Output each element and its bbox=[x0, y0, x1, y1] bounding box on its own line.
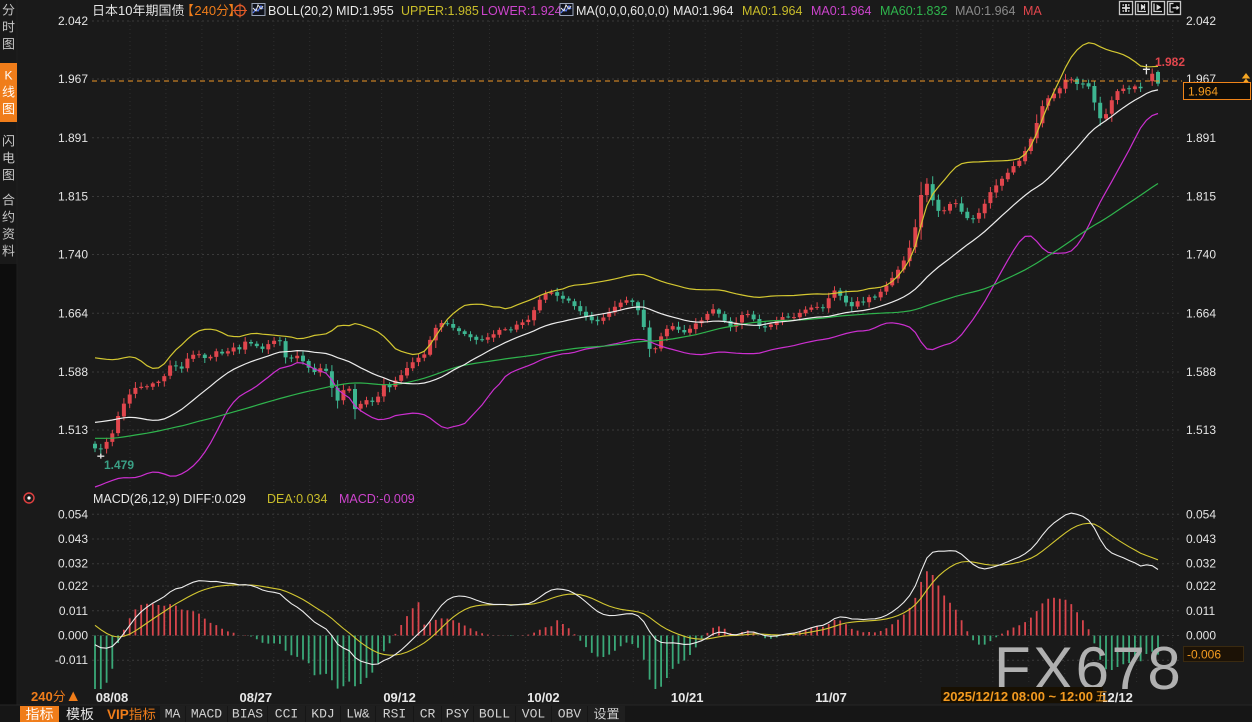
svg-text:MID:1.955: MID:1.955 bbox=[336, 4, 394, 18]
svg-text:1.967: 1.967 bbox=[58, 72, 88, 86]
svg-text:-0.011: -0.011 bbox=[55, 653, 88, 667]
svg-text:10/21: 10/21 bbox=[671, 690, 704, 705]
svg-text:OBV: OBV bbox=[558, 707, 582, 722]
svg-text:1.479: 1.479 bbox=[104, 458, 134, 472]
svg-text:0.022: 0.022 bbox=[1186, 579, 1216, 593]
svg-text:MA: MA bbox=[165, 707, 181, 722]
svg-text:MA(0,0,0,60,0,0): MA(0,0,0,60,0,0) bbox=[576, 4, 669, 18]
svg-text:09/12: 09/12 bbox=[383, 690, 416, 705]
svg-text:MA0:1.964: MA0:1.964 bbox=[955, 4, 1016, 18]
svg-text:MA0:1.964: MA0:1.964 bbox=[742, 4, 803, 18]
svg-text:11/07: 11/07 bbox=[815, 690, 847, 705]
svg-text:1.740: 1.740 bbox=[58, 248, 88, 262]
svg-text:K: K bbox=[4, 69, 12, 83]
svg-text:0.054: 0.054 bbox=[58, 507, 88, 521]
svg-text:1.740: 1.740 bbox=[1186, 248, 1216, 262]
svg-text:0.000: 0.000 bbox=[58, 629, 88, 643]
svg-text:-0.006: -0.006 bbox=[1187, 648, 1221, 662]
svg-text:10/02: 10/02 bbox=[527, 690, 560, 705]
svg-text:BOLL(20,2): BOLL(20,2) bbox=[268, 4, 333, 18]
svg-text:1.891: 1.891 bbox=[58, 131, 88, 145]
svg-text:KDJ: KDJ bbox=[311, 707, 334, 722]
svg-text:UPPER:1.985: UPPER:1.985 bbox=[401, 4, 479, 18]
svg-text:VOL: VOL bbox=[522, 707, 545, 722]
svg-text:MA: MA bbox=[1023, 4, 1042, 18]
svg-text:0.032: 0.032 bbox=[1186, 557, 1216, 571]
svg-text:10: 10 bbox=[118, 3, 132, 18]
svg-text:PSY: PSY bbox=[446, 707, 470, 722]
svg-text:1.664: 1.664 bbox=[58, 306, 88, 320]
svg-text:CR: CR bbox=[420, 707, 436, 722]
svg-text:2.042: 2.042 bbox=[58, 14, 88, 28]
svg-text:2.042: 2.042 bbox=[1186, 14, 1216, 28]
svg-text:240: 240 bbox=[31, 689, 53, 704]
svg-text:VIP: VIP bbox=[107, 707, 129, 722]
svg-text:MACD(26,12,9) DIFF:0.029: MACD(26,12,9) DIFF:0.029 bbox=[93, 492, 246, 506]
svg-text:1.815: 1.815 bbox=[1186, 190, 1216, 204]
svg-text:0.032: 0.032 bbox=[58, 557, 88, 571]
svg-text:MACD:-0.009: MACD:-0.009 bbox=[339, 492, 415, 506]
svg-text:MA0:1.964: MA0:1.964 bbox=[811, 4, 872, 18]
svg-text:1.513: 1.513 bbox=[58, 423, 88, 437]
svg-text:1.982: 1.982 bbox=[1155, 55, 1185, 69]
svg-text:1.891: 1.891 bbox=[1186, 131, 1216, 145]
svg-text:CCI: CCI bbox=[275, 707, 298, 722]
svg-text:MA0:1.964: MA0:1.964 bbox=[673, 4, 734, 18]
svg-text:MACD: MACD bbox=[191, 707, 222, 722]
svg-text:0.043: 0.043 bbox=[58, 532, 88, 546]
svg-text:0.000: 0.000 bbox=[1186, 629, 1216, 643]
svg-text:2025/12/12 08:00 ~ 12:00: 2025/12/12 08:00 ~ 12:00 bbox=[943, 689, 1093, 704]
svg-text:0.011: 0.011 bbox=[59, 604, 88, 618]
svg-text:0.054: 0.054 bbox=[1186, 507, 1216, 521]
svg-text:BIAS: BIAS bbox=[232, 707, 263, 722]
svg-text:1.513: 1.513 bbox=[1186, 423, 1216, 437]
svg-text:08/08: 08/08 bbox=[96, 690, 129, 705]
svg-text:DEA:0.034: DEA:0.034 bbox=[267, 492, 328, 506]
svg-text:1.664: 1.664 bbox=[1186, 306, 1216, 320]
svg-text:1.815: 1.815 bbox=[58, 190, 88, 204]
svg-text:BOLL: BOLL bbox=[479, 707, 510, 722]
svg-text:0.011: 0.011 bbox=[1186, 604, 1215, 618]
svg-text:0.022: 0.022 bbox=[58, 579, 88, 593]
svg-text:240: 240 bbox=[194, 3, 216, 18]
svg-text:RSI: RSI bbox=[383, 707, 406, 722]
svg-text:LW&: LW& bbox=[346, 707, 370, 722]
svg-text:0.043: 0.043 bbox=[1186, 532, 1216, 546]
svg-text:1.588: 1.588 bbox=[58, 365, 88, 379]
svg-text:08/27: 08/27 bbox=[240, 690, 273, 705]
svg-text:1.964: 1.964 bbox=[1188, 85, 1218, 99]
svg-text:1.588: 1.588 bbox=[1186, 365, 1216, 379]
svg-text:MA60:1.832: MA60:1.832 bbox=[880, 4, 947, 18]
svg-text:LOWER:1.924: LOWER:1.924 bbox=[481, 4, 562, 18]
